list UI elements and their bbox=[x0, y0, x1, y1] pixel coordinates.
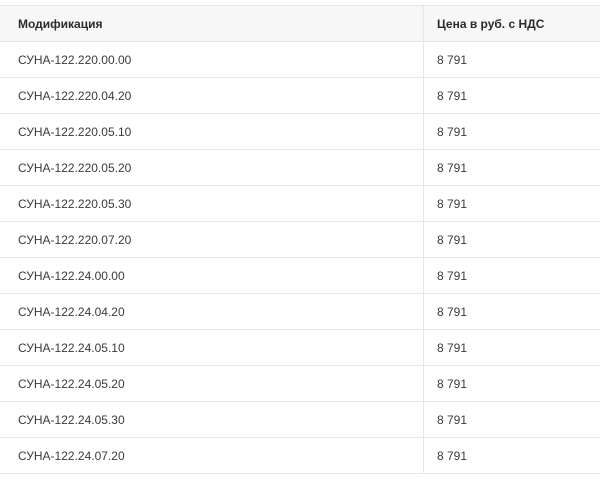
cell-modification: СУНА-122.220.04.20 bbox=[0, 77, 424, 114]
cell-modification: СУНА-122.220.00.00 bbox=[0, 41, 424, 78]
table-row: СУНА-122.24.07.20 8 791 bbox=[0, 437, 600, 474]
table-row: СУНА-122.220.05.30 8 791 bbox=[0, 185, 600, 222]
table-row: СУНА-122.24.04.20 8 791 bbox=[0, 293, 600, 330]
table-row: СУНА-122.24.00.00 8 791 bbox=[0, 257, 600, 294]
column-header-price: Цена в руб. с НДС bbox=[423, 5, 600, 42]
cell-price: 8 791 bbox=[423, 437, 600, 474]
cell-price: 8 791 bbox=[423, 41, 600, 78]
cell-modification: СУНА-122.24.05.20 bbox=[0, 365, 424, 402]
column-header-modification: Модификация bbox=[0, 5, 424, 42]
cell-modification: СУНА-122.24.05.30 bbox=[0, 401, 424, 438]
cell-modification: СУНА-122.220.05.10 bbox=[0, 113, 424, 150]
table-row: СУНА-122.24.05.30 8 791 bbox=[0, 401, 600, 438]
cell-modification: СУНА-122.220.07.20 bbox=[0, 221, 424, 258]
table-body: СУНА-122.220.00.00 8 791 СУНА-122.220.04… bbox=[0, 41, 600, 474]
cell-price: 8 791 bbox=[423, 221, 600, 258]
header-row: Модификация Цена в руб. с НДС bbox=[0, 5, 600, 42]
cell-price: 8 791 bbox=[423, 185, 600, 222]
cell-price: 8 791 bbox=[423, 365, 600, 402]
price-table: Модификация Цена в руб. с НДС СУНА-122.2… bbox=[0, 5, 600, 474]
table-row: СУНА-122.220.07.20 8 791 bbox=[0, 221, 600, 258]
cell-price: 8 791 bbox=[423, 329, 600, 366]
table-row: СУНА-122.220.04.20 8 791 bbox=[0, 77, 600, 114]
table-row: СУНА-122.220.05.20 8 791 bbox=[0, 149, 600, 186]
cell-modification: СУНА-122.24.00.00 bbox=[0, 257, 424, 294]
cell-modification: СУНА-122.24.05.10 bbox=[0, 329, 424, 366]
cell-price: 8 791 bbox=[423, 149, 600, 186]
cell-price: 8 791 bbox=[423, 113, 600, 150]
table-row: СУНА-122.24.05.20 8 791 bbox=[0, 365, 600, 402]
table-row: СУНА-122.220.05.10 8 791 bbox=[0, 113, 600, 150]
cell-modification: СУНА-122.24.07.20 bbox=[0, 437, 424, 474]
cell-modification: СУНА-122.24.04.20 bbox=[0, 293, 424, 330]
cell-modification: СУНА-122.220.05.20 bbox=[0, 149, 424, 186]
table-row: СУНА-122.24.05.10 8 791 bbox=[0, 329, 600, 366]
cell-price: 8 791 bbox=[423, 77, 600, 114]
table-row: СУНА-122.220.00.00 8 791 bbox=[0, 41, 600, 78]
cell-modification: СУНА-122.220.05.30 bbox=[0, 185, 424, 222]
table-header: Модификация Цена в руб. с НДС bbox=[0, 5, 600, 42]
cell-price: 8 791 bbox=[423, 401, 600, 438]
cell-price: 8 791 bbox=[423, 293, 600, 330]
cell-price: 8 791 bbox=[423, 257, 600, 294]
